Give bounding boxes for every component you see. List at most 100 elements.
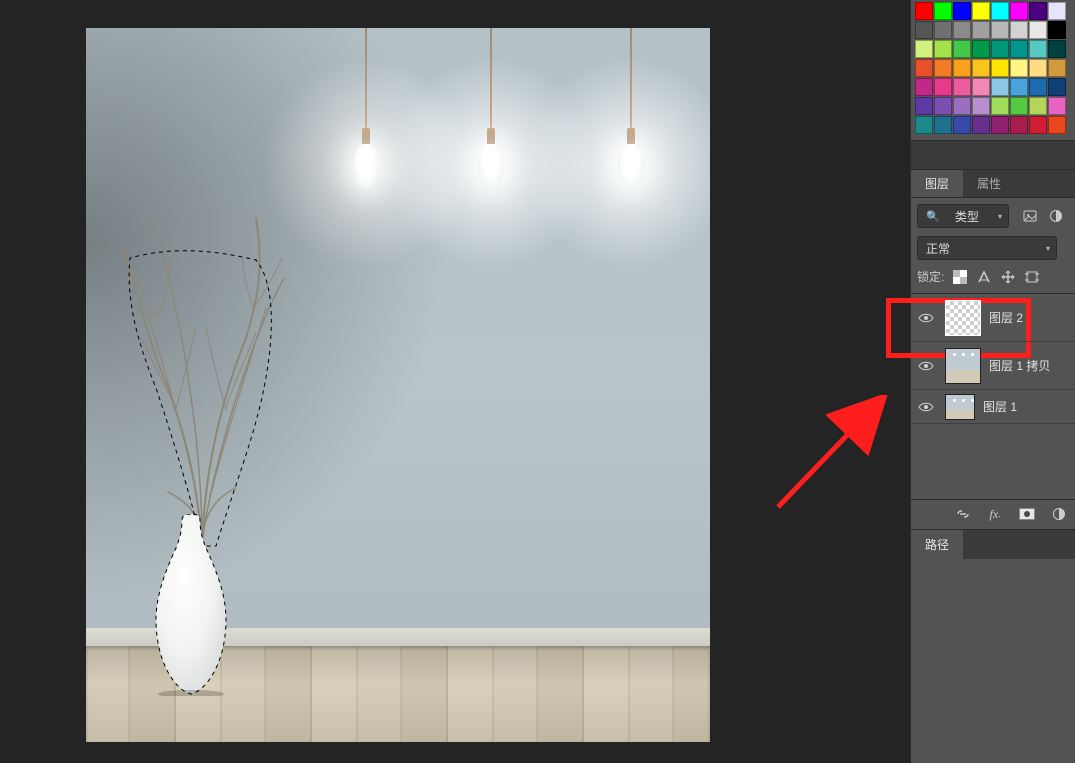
layer-filter-kind-select[interactable]: 🔍 类型 ▾ bbox=[917, 204, 1009, 228]
lock-label: 锁定: bbox=[917, 268, 944, 285]
swatch[interactable] bbox=[1010, 59, 1028, 77]
lock-transparency-icon[interactable] bbox=[952, 269, 968, 285]
swatch[interactable] bbox=[1048, 97, 1066, 115]
swatch[interactable] bbox=[1029, 116, 1047, 134]
search-icon: 🔍 bbox=[926, 210, 940, 223]
swatch[interactable] bbox=[953, 21, 971, 39]
annotation-arrow bbox=[770, 395, 890, 515]
layer-name-label[interactable]: 图层 1 拷贝 bbox=[989, 357, 1050, 374]
swatch[interactable] bbox=[1048, 2, 1066, 20]
tab-paths[interactable]: 路径 bbox=[911, 530, 963, 559]
layer-name-label[interactable]: 图层 1 bbox=[983, 398, 1017, 415]
swatch[interactable] bbox=[1029, 78, 1047, 96]
swatch[interactable] bbox=[934, 59, 952, 77]
swatch[interactable] bbox=[1048, 40, 1066, 58]
swatch[interactable] bbox=[1010, 116, 1028, 134]
panel-divider bbox=[911, 141, 1075, 169]
swatch[interactable] bbox=[1029, 97, 1047, 115]
visibility-toggle[interactable] bbox=[915, 360, 937, 372]
swatch[interactable] bbox=[972, 59, 990, 77]
paths-panel-tabs: 路径 bbox=[911, 529, 1075, 559]
swatch[interactable] bbox=[953, 2, 971, 20]
eye-icon bbox=[918, 360, 934, 372]
swatch[interactable] bbox=[972, 2, 990, 20]
layer-name-label[interactable]: 图层 2 bbox=[989, 309, 1023, 326]
swatch[interactable] bbox=[953, 116, 971, 134]
swatch[interactable] bbox=[991, 97, 1009, 115]
swatch[interactable] bbox=[953, 59, 971, 77]
swatch[interactable] bbox=[915, 2, 933, 20]
swatch[interactable] bbox=[934, 97, 952, 115]
swatch[interactable] bbox=[915, 40, 933, 58]
add-mask-button[interactable] bbox=[1017, 504, 1037, 524]
link-layers-button[interactable] bbox=[953, 504, 973, 524]
tab-layers[interactable]: 图层 bbox=[911, 170, 963, 197]
swatch[interactable] bbox=[934, 116, 952, 134]
swatch[interactable] bbox=[1029, 59, 1047, 77]
layer-thumbnail[interactable] bbox=[945, 348, 981, 384]
vase-graphic bbox=[152, 514, 230, 696]
swatch[interactable] bbox=[991, 116, 1009, 134]
chevron-down-icon: ▾ bbox=[1046, 244, 1050, 253]
lock-image-icon[interactable] bbox=[976, 269, 992, 285]
layer-thumbnail[interactable] bbox=[945, 394, 975, 420]
swatch[interactable] bbox=[991, 2, 1009, 20]
swatch[interactable] bbox=[915, 78, 933, 96]
swatch[interactable] bbox=[953, 40, 971, 58]
swatch[interactable] bbox=[1029, 2, 1047, 20]
layer-item[interactable]: 图层 2 bbox=[911, 294, 1075, 342]
swatch[interactable] bbox=[991, 21, 1009, 39]
blend-mode-select[interactable]: 正常 ▾ bbox=[917, 236, 1057, 260]
swatch[interactable] bbox=[972, 78, 990, 96]
lock-artboard-icon[interactable] bbox=[1024, 269, 1040, 285]
swatch[interactable] bbox=[953, 78, 971, 96]
blend-mode-row: 正常 ▾ bbox=[911, 232, 1075, 264]
swatch[interactable] bbox=[915, 116, 933, 134]
swatch[interactable] bbox=[1048, 59, 1066, 77]
layer-item[interactable]: 图层 1 拷贝 bbox=[911, 342, 1075, 390]
layer-thumbnail[interactable] bbox=[945, 300, 981, 336]
tab-properties[interactable]: 属性 bbox=[963, 170, 1015, 197]
panel-tabs: 图层 属性 bbox=[911, 170, 1075, 198]
swatch[interactable] bbox=[934, 78, 952, 96]
eye-icon bbox=[918, 401, 934, 413]
swatch[interactable] bbox=[1010, 40, 1028, 58]
filter-adjustment-icon[interactable] bbox=[1047, 207, 1065, 225]
swatch[interactable] bbox=[1048, 78, 1066, 96]
swatch[interactable] bbox=[972, 116, 990, 134]
swatch[interactable] bbox=[1010, 97, 1028, 115]
swatch[interactable] bbox=[915, 21, 933, 39]
swatch[interactable] bbox=[1010, 21, 1028, 39]
layer-fx-button[interactable]: fx. bbox=[985, 504, 1005, 524]
layers-bottom-bar: fx. bbox=[911, 499, 1075, 529]
swatch[interactable] bbox=[934, 21, 952, 39]
swatch[interactable] bbox=[915, 59, 933, 77]
swatches-panel bbox=[911, 0, 1075, 141]
swatch[interactable] bbox=[972, 97, 990, 115]
lock-position-icon[interactable] bbox=[1000, 269, 1016, 285]
document-canvas[interactable] bbox=[86, 28, 710, 742]
swatch[interactable] bbox=[1029, 21, 1047, 39]
swatch[interactable] bbox=[953, 97, 971, 115]
swatch[interactable] bbox=[1010, 78, 1028, 96]
swatch[interactable] bbox=[1029, 40, 1047, 58]
swatch[interactable] bbox=[991, 40, 1009, 58]
swatch[interactable] bbox=[934, 2, 952, 20]
swatch[interactable] bbox=[1010, 2, 1028, 20]
new-adjustment-button[interactable] bbox=[1049, 504, 1069, 524]
visibility-toggle[interactable] bbox=[915, 312, 937, 324]
swatch[interactable] bbox=[991, 59, 1009, 77]
filter-pixel-icon[interactable] bbox=[1021, 207, 1039, 225]
swatch[interactable] bbox=[972, 21, 990, 39]
swatch[interactable] bbox=[934, 40, 952, 58]
swatch[interactable] bbox=[915, 97, 933, 115]
layers-panel: 图层 属性 🔍 类型 ▾ 正常 ▾ bbox=[911, 169, 1075, 763]
swatch[interactable] bbox=[1048, 116, 1066, 134]
blend-mode-value: 正常 bbox=[926, 240, 950, 257]
swatch[interactable] bbox=[991, 78, 1009, 96]
eye-icon bbox=[918, 312, 934, 324]
swatch[interactable] bbox=[1048, 21, 1066, 39]
visibility-toggle[interactable] bbox=[915, 401, 937, 413]
swatch[interactable] bbox=[972, 40, 990, 58]
layer-item[interactable]: 图层 1 bbox=[911, 390, 1075, 424]
